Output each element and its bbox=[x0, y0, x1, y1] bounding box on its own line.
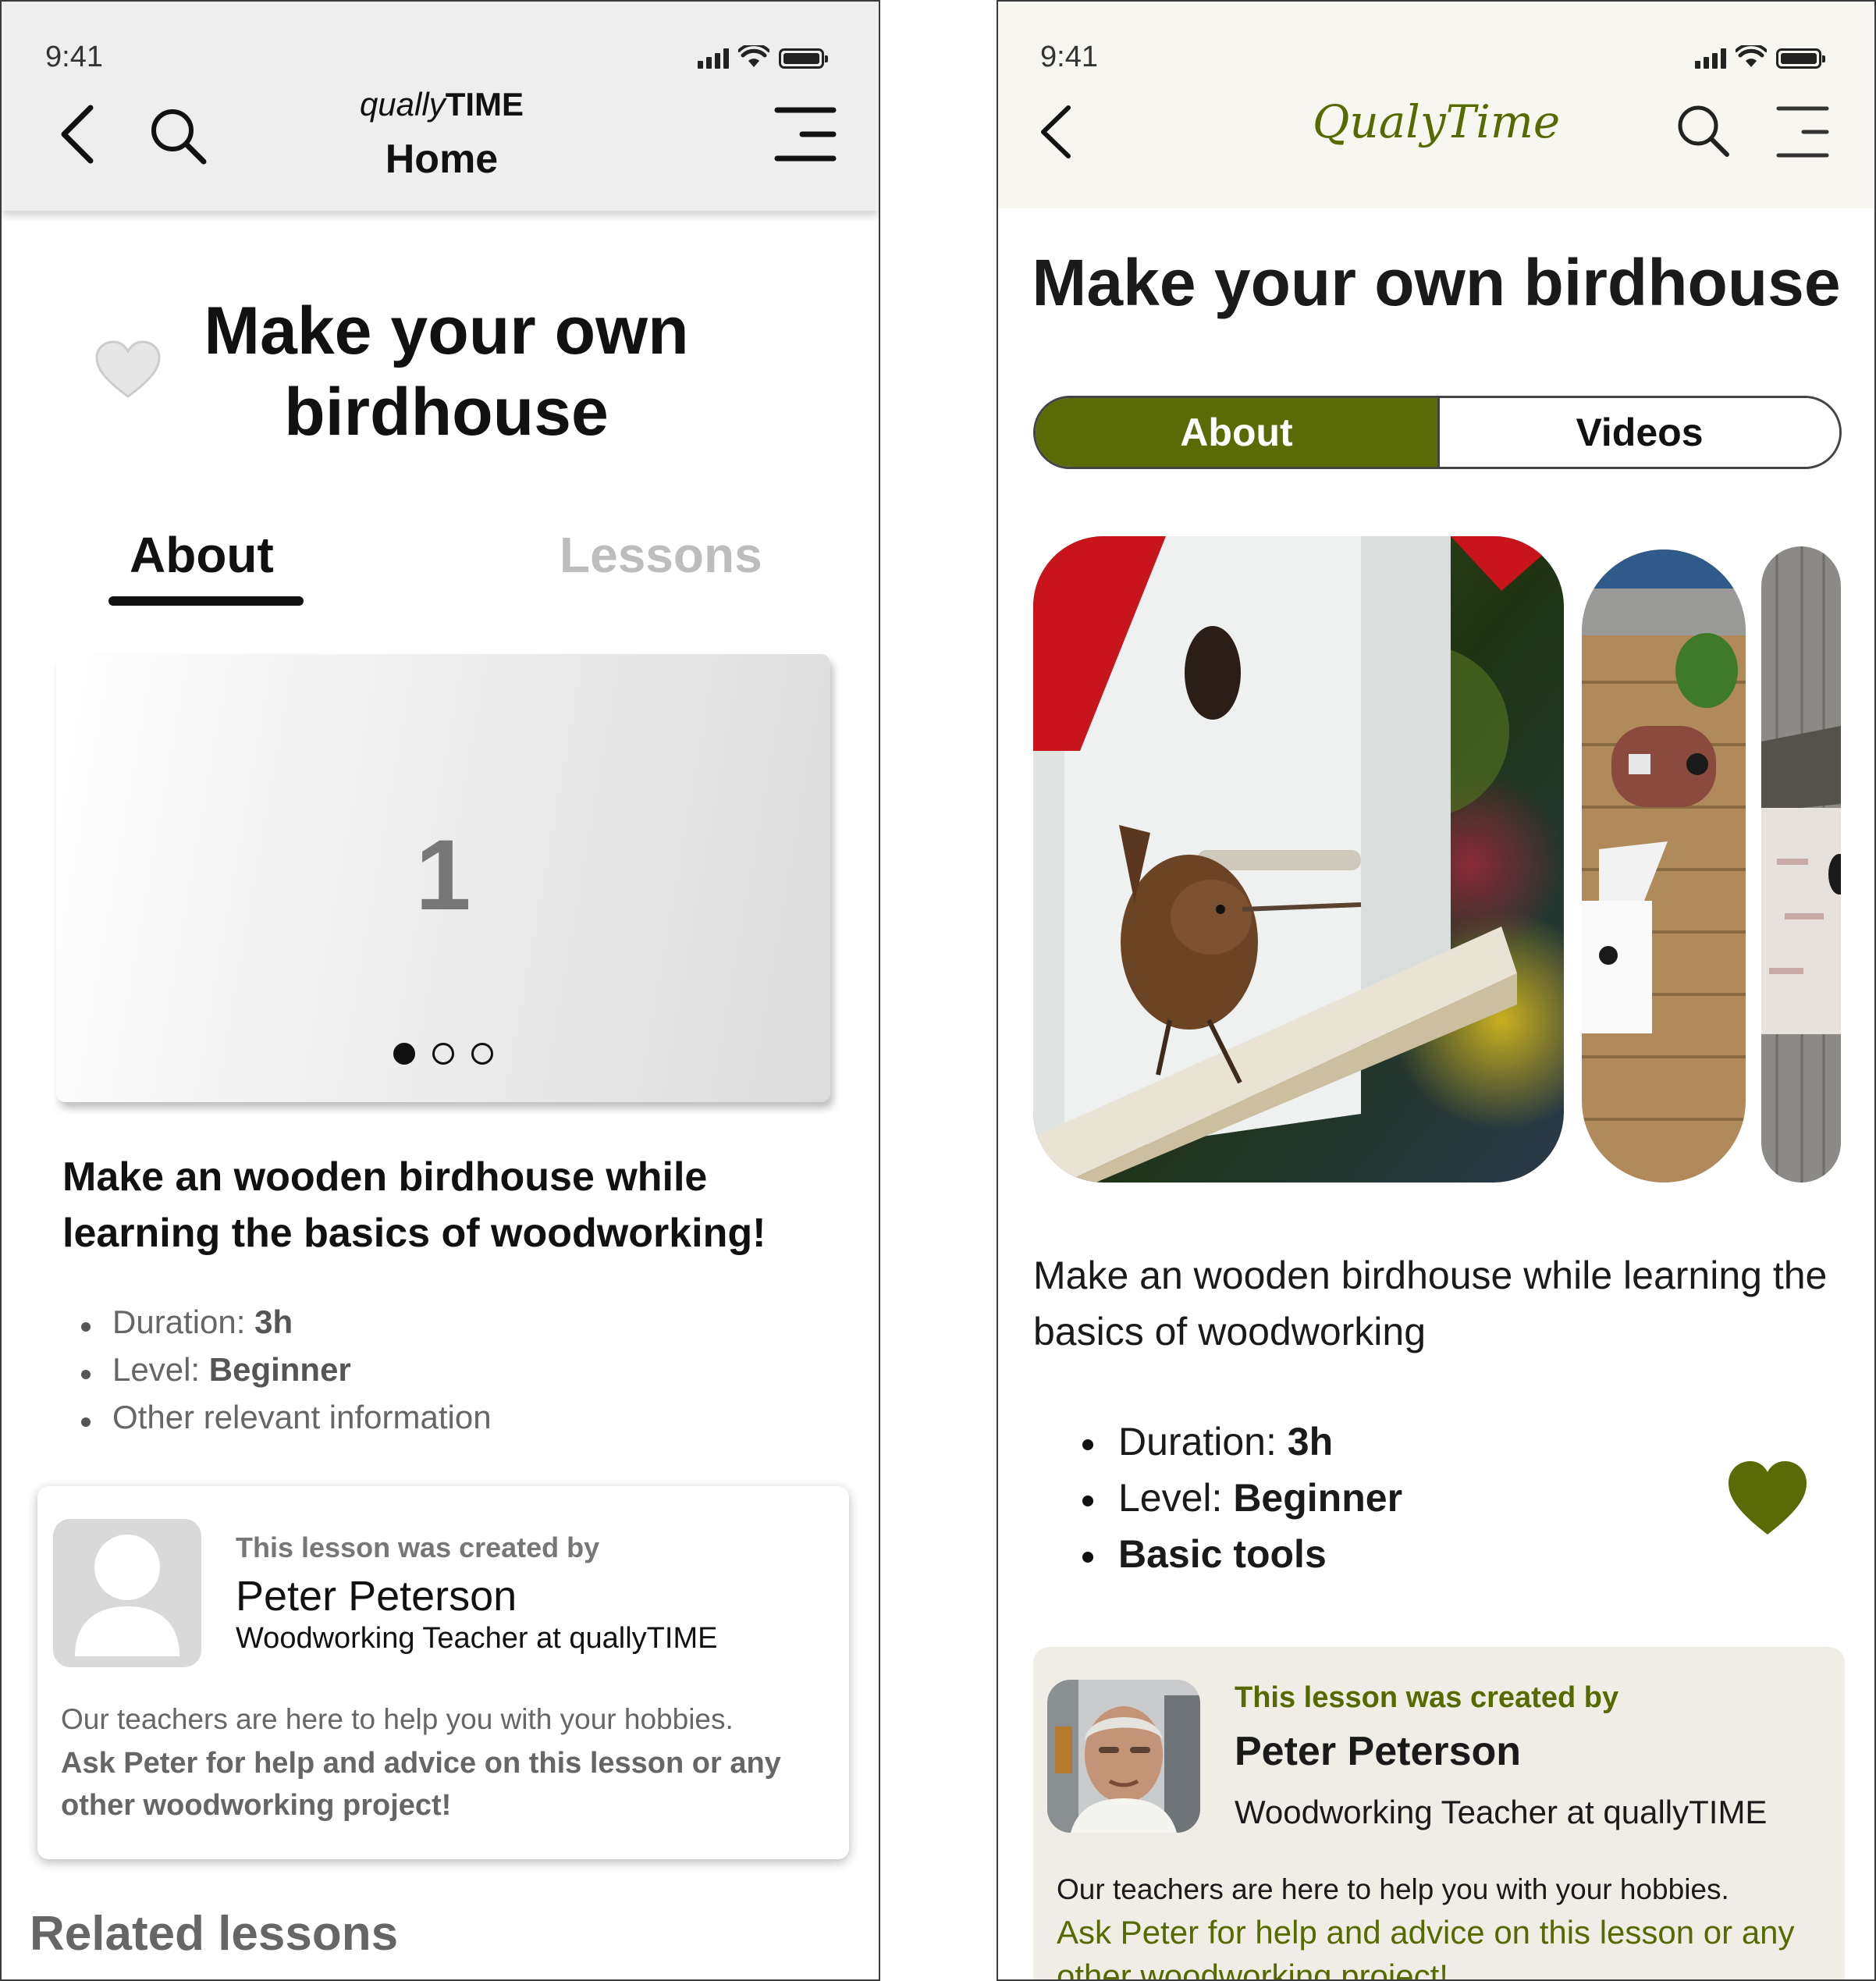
author-role: Woodworking Teacher at quallyTIME bbox=[1235, 1794, 1768, 1830]
detail-label: Duration: bbox=[112, 1303, 255, 1340]
detail-label: Duration: bbox=[1118, 1420, 1288, 1464]
brand-suffix: TIME bbox=[445, 86, 524, 123]
page-title: Make your own birdhouse bbox=[204, 293, 689, 450]
status-icons bbox=[1695, 45, 1825, 69]
carousel-pagination[interactable] bbox=[393, 1043, 493, 1065]
wireframe-screen: 9:41 quallyTIME Home Make your own birdh… bbox=[0, 0, 880, 1981]
author-created-by: This lesson was created by bbox=[1235, 1681, 1619, 1714]
wifi-icon bbox=[1736, 45, 1767, 67]
list-item: Level: Beginner bbox=[1082, 1475, 1402, 1531]
tab-about[interactable]: About bbox=[130, 526, 274, 584]
battery-icon bbox=[1776, 48, 1825, 69]
menu-icon[interactable] bbox=[1775, 105, 1830, 159]
signal-icon bbox=[698, 48, 729, 69]
detail-value: 3h bbox=[1287, 1420, 1334, 1464]
signal-icon bbox=[1695, 48, 1726, 69]
detail-value: Beginner bbox=[208, 1351, 351, 1388]
search-icon[interactable] bbox=[1675, 103, 1730, 158]
tab-about[interactable]: About bbox=[1036, 398, 1437, 467]
birdhouse-photo-2[interactable] bbox=[1582, 549, 1746, 1183]
author-help-cta[interactable]: Ask Peter for help and advice on this le… bbox=[1057, 1911, 1837, 1979]
carousel-card[interactable]: 1 bbox=[56, 654, 830, 1102]
lesson-description: Make an wooden birdhouse while learning … bbox=[62, 1154, 766, 1256]
avatar bbox=[1047, 1680, 1200, 1833]
heart-icon[interactable] bbox=[1727, 1460, 1808, 1538]
lesson-details: Duration: 3h Level: Beginner Other relev… bbox=[78, 1303, 492, 1446]
wireframe-header: 9:41 quallyTIME Home bbox=[2, 2, 879, 211]
carousel-number: 1 bbox=[415, 820, 471, 931]
list-item: Other relevant information bbox=[78, 1399, 492, 1446]
detail-label: Level: bbox=[112, 1351, 209, 1388]
battery-icon bbox=[779, 48, 828, 69]
author-card[interactable]: This lesson was created by Peter Peterso… bbox=[1033, 1647, 1845, 1979]
author-created-by: This lesson was created by bbox=[236, 1531, 600, 1563]
header-title: Home bbox=[385, 137, 499, 182]
author-help-text: Our teachers are here to help you with y… bbox=[1057, 1873, 1729, 1905]
status-icons bbox=[698, 45, 828, 69]
related-heading: Related lessons bbox=[30, 1907, 399, 1961]
tab-lessons[interactable]: Lessons bbox=[560, 526, 762, 584]
pagination-dot[interactable] bbox=[393, 1043, 415, 1065]
lesson-description: Make an wooden birdhouse while learning … bbox=[1033, 1254, 1828, 1353]
detail-value: 3h bbox=[254, 1303, 293, 1340]
author-help-text: Our teachers are here to help you with y… bbox=[61, 1703, 734, 1735]
wifi-icon bbox=[738, 45, 769, 67]
tab-videos[interactable]: Videos bbox=[1437, 398, 1839, 467]
pagination-dot[interactable] bbox=[471, 1043, 493, 1065]
page-title: Make your own birdhouse bbox=[1032, 246, 1841, 319]
detail-label: Other relevant information bbox=[112, 1399, 492, 1435]
list-item: Level: Beginner bbox=[78, 1351, 492, 1399]
tab-active-indicator bbox=[108, 596, 304, 606]
hifi-screen: 9:41 QualyTime Make your own birdhouse A… bbox=[997, 0, 1876, 1981]
lesson-details: Duration: 3h Level: Beginner Basic tools bbox=[1082, 1419, 1402, 1588]
menu-icon[interactable] bbox=[774, 106, 837, 162]
detail-value: Beginner bbox=[1233, 1476, 1403, 1520]
segmented-tabs: About Videos bbox=[1033, 396, 1842, 469]
list-item: Duration: 3h bbox=[1082, 1419, 1402, 1475]
author-name: Peter Peterson bbox=[1235, 1729, 1522, 1774]
pagination-dot[interactable] bbox=[432, 1043, 454, 1065]
brand-logo: quallyTIME bbox=[2, 86, 879, 123]
heart-icon[interactable] bbox=[94, 339, 162, 401]
list-item: Basic tools bbox=[1082, 1531, 1402, 1588]
brand-prefix: qually bbox=[359, 86, 446, 123]
birdhouse-photo-main[interactable] bbox=[1033, 536, 1564, 1183]
author-help-cta[interactable]: Ask Peter for help and advice on this le… bbox=[61, 1742, 826, 1826]
birdhouse-photo-3[interactable] bbox=[1761, 546, 1841, 1183]
author-role: Woodworking Teacher at quallyTIME bbox=[236, 1622, 718, 1655]
brand-logo: QualyTime bbox=[1312, 95, 1561, 148]
hifi-header: 9:41 QualyTime bbox=[998, 2, 1874, 208]
detail-value: Basic tools bbox=[1118, 1532, 1327, 1576]
list-item: Duration: 3h bbox=[78, 1303, 492, 1351]
status-time: 9:41 bbox=[45, 41, 103, 73]
author-card[interactable]: This lesson was created by Peter Peterso… bbox=[37, 1486, 849, 1859]
user-placeholder-icon bbox=[75, 1535, 179, 1656]
status-time: 9:41 bbox=[1040, 41, 1098, 73]
detail-label: Level: bbox=[1118, 1476, 1234, 1520]
avatar bbox=[53, 1519, 201, 1667]
author-name: Peter Peterson bbox=[236, 1573, 517, 1620]
